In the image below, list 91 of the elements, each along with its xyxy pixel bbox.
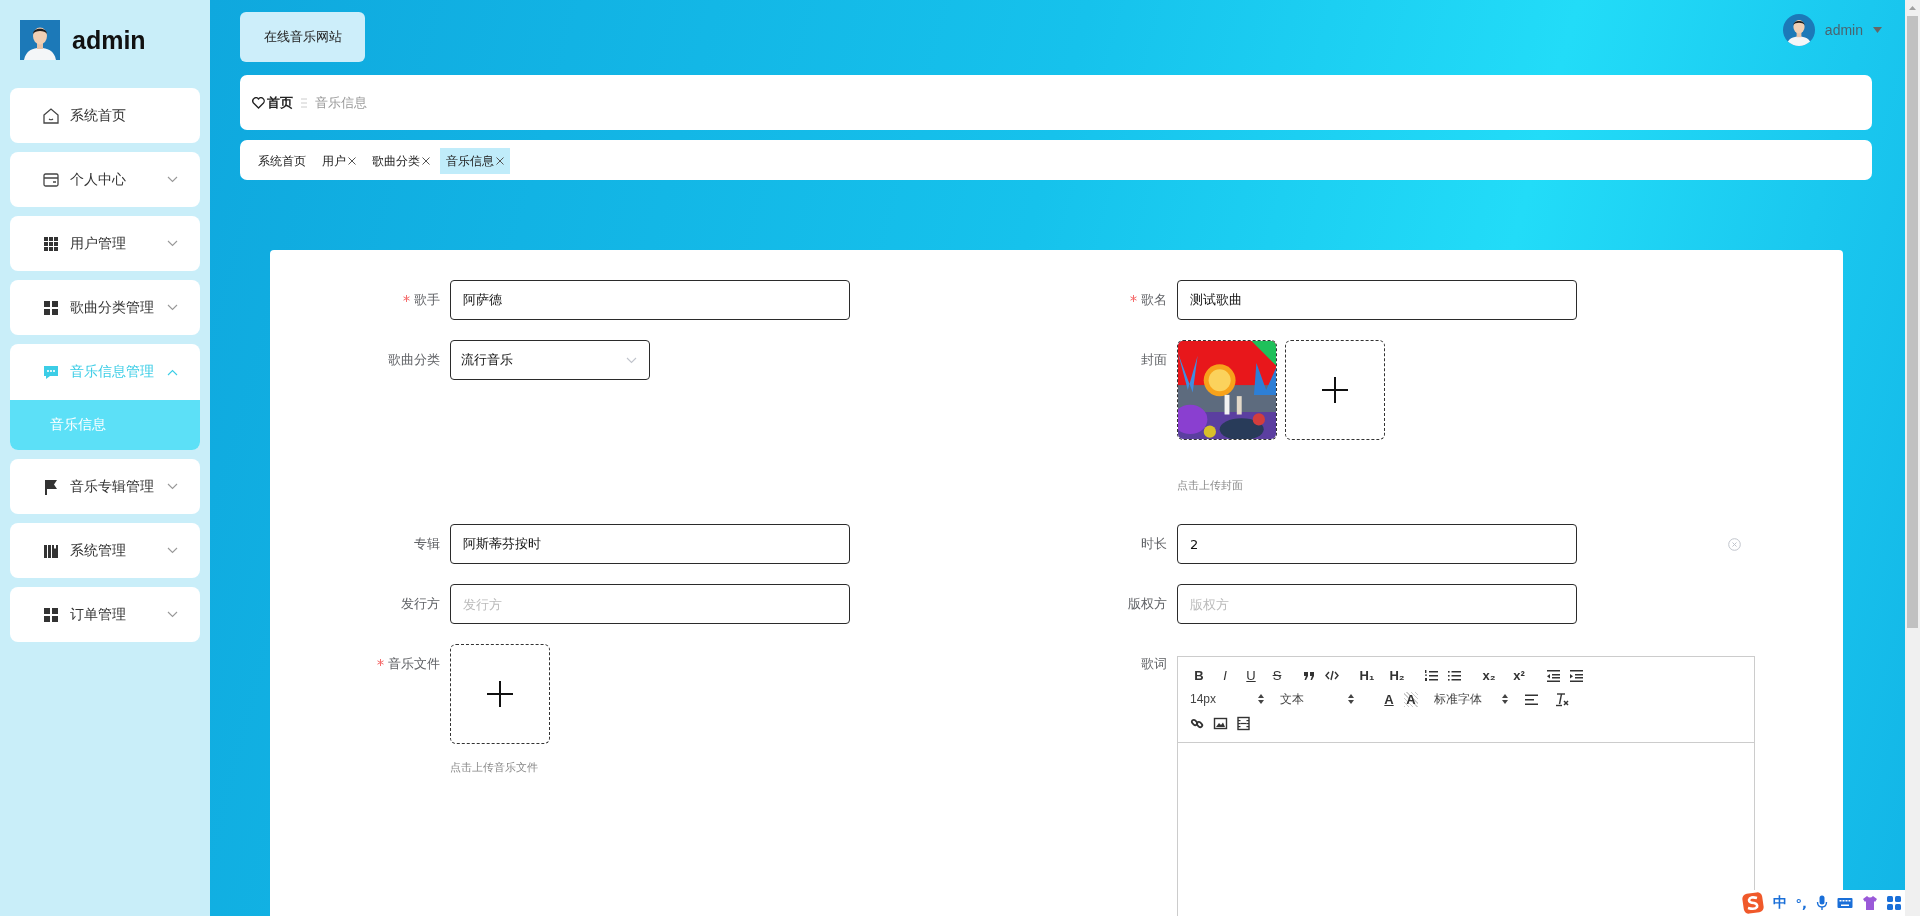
toolbar-dropdown[interactable]: 文本 [1280, 690, 1354, 708]
plus-icon [487, 681, 513, 707]
field-label: 歌词 [1141, 655, 1167, 673]
field-label: 专辑 [414, 535, 440, 553]
home-icon [42, 106, 60, 125]
avatar-icon [20, 20, 60, 60]
scrollbar[interactable] [1905, 0, 1920, 916]
field-label: 音乐文件 [388, 655, 440, 673]
indent-icon[interactable] [1569, 667, 1584, 683]
heading-button[interactable]: H₁ [1356, 667, 1378, 683]
chevron-down-icon [167, 240, 178, 247]
numbered-list-icon[interactable] [1424, 667, 1439, 683]
field-label: 歌手 [414, 291, 440, 309]
highlight-button[interactable]: A [1404, 691, 1418, 707]
input-field[interactable]: 2 [1177, 524, 1577, 564]
menu-item[interactable]: 歌曲分类管理 [10, 280, 200, 335]
sort-arrows-icon [1502, 694, 1508, 704]
heart-icon [252, 96, 265, 109]
chevron-down-icon [167, 547, 178, 554]
input-field[interactable]: 阿斯蒂芬按时 [450, 524, 850, 564]
menu-item[interactable]: 订单管理 [10, 587, 200, 642]
app-name: admin [72, 25, 146, 55]
avatar-icon [1782, 14, 1815, 46]
flag-icon [42, 477, 60, 496]
select-field[interactable]: 流行音乐 [450, 340, 650, 380]
chevron-down-icon [167, 304, 178, 311]
image-icon[interactable] [1213, 715, 1228, 731]
input-field[interactable]: 测试歌曲 [1177, 280, 1577, 320]
field-label: 发行方 [401, 595, 440, 613]
sort-arrows-icon [1258, 694, 1264, 704]
underline-button[interactable]: U [1242, 667, 1260, 683]
heading-button[interactable]: H₂ [1386, 667, 1408, 683]
upload-hint: 点击上传封面 [1177, 478, 1244, 494]
field-label: 歌名 [1141, 291, 1167, 309]
input-field[interactable]: 阿萨德 [450, 280, 850, 320]
tab[interactable]: 音乐信息 [440, 148, 510, 174]
field-label: 时长 [1141, 535, 1167, 553]
separator-icon [301, 96, 307, 109]
tab[interactable]: 系统首页 [252, 148, 312, 174]
toolbar-dropdown[interactable]: 标准字体 [1434, 690, 1508, 708]
chevron-down-icon [626, 356, 637, 364]
bold-button[interactable]: B [1190, 667, 1208, 683]
italic-button[interactable]: I [1216, 667, 1234, 683]
card-icon [42, 170, 60, 189]
text-color-button[interactable]: A [1382, 691, 1396, 707]
shirt-icon[interactable] [1862, 895, 1878, 911]
input-field[interactable]: 发行方 [450, 584, 850, 624]
sort-arrows-icon [1348, 694, 1354, 704]
close-icon[interactable] [496, 157, 504, 165]
input-mode-indicator[interactable]: 中 [1772, 894, 1787, 912]
clear-format-icon[interactable] [1555, 691, 1570, 707]
apps-icon[interactable] [1887, 896, 1901, 910]
upload-box[interactable] [1285, 340, 1385, 440]
chevron-down-icon [167, 483, 178, 490]
film-icon[interactable] [1236, 715, 1251, 731]
script-button[interactable]: x² [1508, 667, 1530, 683]
site-title-button[interactable]: 在线音乐网站 [240, 12, 365, 62]
menu-item[interactable]: 系统首页 [10, 88, 200, 143]
keyboard-icon[interactable] [1837, 897, 1853, 909]
script-button[interactable]: x₂ [1478, 667, 1500, 683]
outdent-icon[interactable] [1546, 667, 1561, 683]
input-field[interactable]: 版权方 [1177, 584, 1577, 624]
breadcrumb-link[interactable]: 首页 [267, 93, 293, 112]
grid-icon [42, 298, 60, 317]
chevron-up-icon [167, 368, 178, 376]
field-label: 版权方 [1128, 595, 1167, 613]
close-icon[interactable] [422, 157, 430, 165]
caret-icon [1873, 27, 1882, 33]
grid-icon [42, 234, 60, 253]
grid-icon [42, 605, 60, 624]
toolbar-dropdown[interactable]: 14px [1190, 692, 1264, 706]
breadcrumb-current: 音乐信息 [315, 93, 367, 112]
field-label: 封面 [1141, 351, 1167, 369]
punctuation-indicator[interactable]: °, [1795, 895, 1807, 911]
upload-box[interactable] [450, 644, 550, 744]
strike-button[interactable]: S [1268, 667, 1286, 683]
tab[interactable]: 歌曲分类 [366, 148, 436, 174]
plus-icon [1322, 377, 1348, 403]
menu-item[interactable]: 音乐专辑管理 [10, 459, 200, 514]
tab[interactable]: 用户 [316, 148, 362, 174]
close-icon[interactable] [348, 157, 356, 165]
scrollbar-thumb[interactable] [1907, 16, 1918, 628]
upload-hint: 点击上传音乐文件 [450, 760, 539, 776]
chevron-down-icon [167, 176, 178, 183]
microphone-icon[interactable] [1816, 895, 1828, 911]
menu-item[interactable]: 个人中心 [10, 152, 200, 207]
chat-icon [42, 363, 60, 381]
menu-item[interactable]: 用户管理 [10, 216, 200, 271]
chevron-down-icon [167, 611, 178, 618]
field-label: 歌曲分类 [388, 351, 440, 369]
menu-item[interactable]: 系统管理 [10, 523, 200, 578]
